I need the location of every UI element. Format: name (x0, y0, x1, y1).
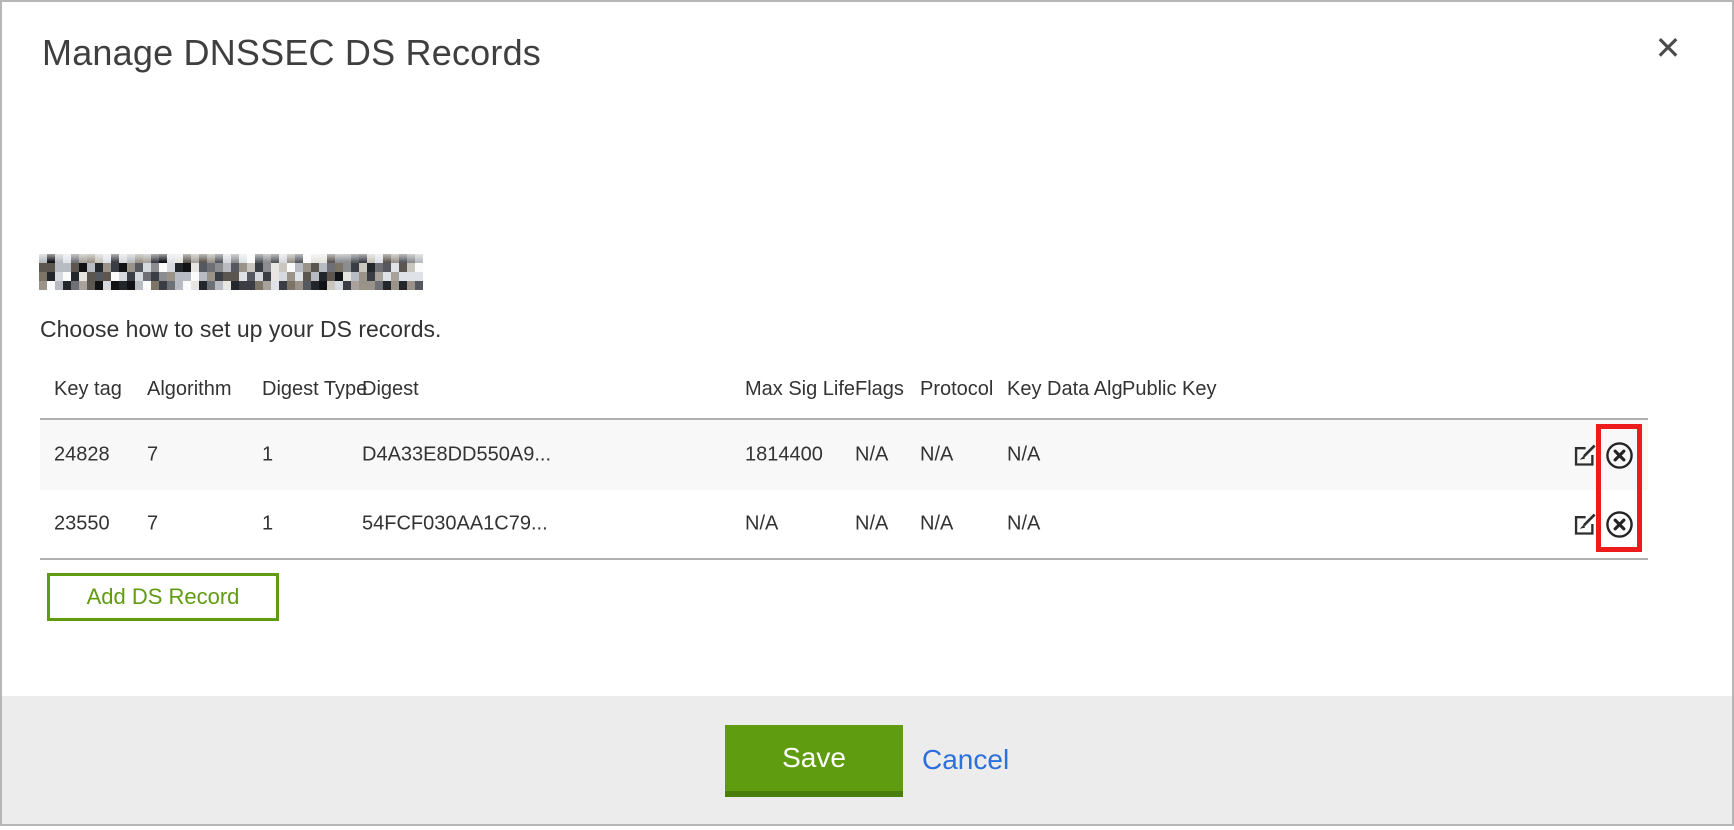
cell-algorithm: 7 (147, 513, 158, 536)
cell-digest-type: 1 (262, 444, 273, 467)
col-header-digest-type: Digest Type (262, 378, 367, 401)
dialog-footer: Save Cancel (2, 696, 1732, 824)
cell-key-data-alg: N/A (1007, 444, 1040, 467)
col-header-key-data-alg: Key Data Alg (1007, 378, 1123, 401)
row-actions (1569, 509, 1634, 539)
cell-key-data-alg: N/A (1007, 513, 1040, 536)
cancel-link[interactable]: Cancel (922, 744, 1009, 776)
save-button[interactable]: Save (725, 725, 903, 797)
cell-digest: 54FCF030AA1C79... (362, 513, 548, 536)
manage-dnssec-dialog: Manage DNSSEC DS Records ✕ Choose how to… (0, 0, 1734, 826)
cell-digest: D4A33E8DD550A9... (362, 444, 551, 467)
col-header-digest: Digest (362, 378, 419, 401)
cell-flags: N/A (855, 513, 888, 536)
col-header-protocol: Protocol (920, 378, 993, 401)
col-header-key-tag: Key tag (54, 378, 122, 401)
close-icon[interactable]: ✕ (1648, 28, 1688, 68)
cell-key-tag: 23550 (54, 513, 110, 536)
instruction-text: Choose how to set up your DS records. (40, 316, 441, 343)
cell-max-sig-life: N/A (745, 513, 778, 536)
ds-record-row: 23550 7 1 54FCF030AA1C79... N/A N/A N/A … (40, 490, 1648, 560)
table-header-row: Key tag Algorithm Digest Type Digest Max… (40, 378, 1648, 420)
cell-protocol: N/A (920, 513, 953, 536)
col-header-max-sig-life: Max Sig Life (745, 378, 855, 401)
redacted-domain-mosaic (39, 254, 423, 290)
cell-flags: N/A (855, 444, 888, 467)
delete-icon[interactable] (1604, 440, 1634, 470)
col-header-public-key: Public Key (1122, 378, 1217, 401)
cell-protocol: N/A (920, 444, 953, 467)
ds-record-row: 24828 7 1 D4A33E8DD550A9... 1814400 N/A … (40, 420, 1648, 490)
add-ds-record-button[interactable]: Add DS Record (47, 573, 279, 621)
cell-key-tag: 24828 (54, 444, 110, 467)
delete-icon[interactable] (1604, 509, 1634, 539)
dialog-title: Manage DNSSEC DS Records (42, 32, 541, 74)
col-header-algorithm: Algorithm (147, 378, 231, 401)
row-actions (1569, 440, 1634, 470)
ds-records-table: Key tag Algorithm Digest Type Digest Max… (40, 378, 1648, 560)
cell-max-sig-life: 1814400 (745, 444, 823, 467)
cell-digest-type: 1 (262, 513, 273, 536)
edit-icon[interactable] (1569, 509, 1599, 539)
edit-icon[interactable] (1569, 440, 1599, 470)
cell-algorithm: 7 (147, 444, 158, 467)
col-header-flags: Flags (855, 378, 904, 401)
